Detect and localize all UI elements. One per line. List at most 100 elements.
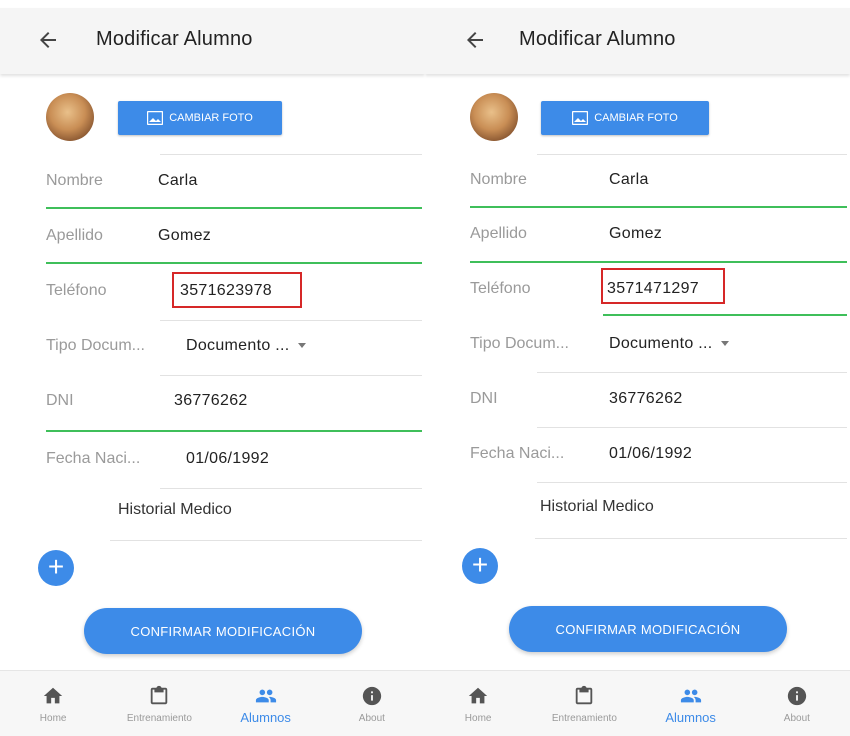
info-icon	[362, 686, 382, 706]
info-icon	[787, 686, 807, 706]
field-nombre: Nombre Carla	[425, 157, 850, 205]
field-label: Nombre	[46, 172, 103, 189]
image-icon	[147, 111, 164, 125]
highlight-box	[601, 268, 725, 304]
field-underline	[46, 430, 422, 432]
app-bar: Modificar Alumno	[425, 8, 850, 74]
field-underline	[160, 375, 422, 376]
people-icon	[680, 689, 701, 703]
nav-item-entrenamiento[interactable]: Entrenamiento	[531, 671, 637, 736]
nav-label: Alumnos	[665, 710, 716, 725]
add-fab-button[interactable]: +	[462, 548, 498, 584]
tipo-documento-value: Documento ...	[186, 337, 290, 354]
bottom-nav: Home Entrenamiento Alumnos About	[425, 670, 850, 736]
field-underline	[470, 261, 847, 263]
nav-item-home[interactable]: Home	[425, 671, 531, 736]
field-underline	[537, 482, 847, 483]
divider	[160, 154, 422, 155]
field-dni: DNI 36776262	[0, 378, 425, 426]
change-photo-label: CAMBIAR FOTO	[169, 112, 253, 124]
nav-label: Entrenamiento	[126, 713, 192, 724]
historial-medico-label: Historial Medico	[118, 501, 232, 518]
dni-input[interactable]: 36776262	[609, 390, 683, 408]
change-photo-label: CAMBIAR FOTO	[594, 112, 678, 124]
divider	[110, 540, 422, 541]
field-nombre: Nombre Carla	[0, 158, 425, 206]
field-underline	[46, 262, 422, 264]
fecha-nacimiento-input[interactable]: 01/06/1992	[186, 450, 269, 468]
add-fab-button[interactable]: +	[38, 550, 74, 586]
avatar	[470, 93, 518, 141]
apellido-input[interactable]: Gomez	[158, 227, 211, 245]
change-photo-button[interactable]: CAMBIAR FOTO	[118, 101, 282, 135]
page-title: Modificar Alumno	[96, 28, 253, 50]
nombre-input[interactable]: Carla	[158, 172, 198, 190]
field-underline	[470, 206, 847, 208]
field-underline	[603, 314, 847, 316]
dropdown-arrow-icon	[297, 343, 306, 349]
historial-medico-label: Historial Medico	[540, 498, 654, 515]
nav-label: Entrenamiento	[551, 713, 617, 724]
nav-label: About	[358, 713, 385, 724]
field-label: Teléfono	[470, 280, 531, 297]
phone-screen-left: Modificar Alumno CAMBIAR FOTO Nombre Car…	[0, 0, 425, 736]
tipo-documento-value: Documento ...	[609, 335, 713, 352]
app-bar: Modificar Alumno	[0, 8, 425, 74]
field-label: Teléfono	[46, 282, 107, 299]
bottom-nav: Home Entrenamiento Alumnos About	[0, 670, 425, 736]
back-arrow-icon[interactable]	[463, 28, 487, 52]
highlight-box	[172, 272, 302, 308]
tipo-documento-select[interactable]: Documento ...	[186, 337, 306, 355]
nav-item-home[interactable]: Home	[0, 671, 106, 736]
clipboard-icon	[151, 685, 168, 705]
field-underline	[160, 320, 422, 321]
avatar	[46, 93, 94, 141]
fecha-nacimiento-input[interactable]: 01/06/1992	[609, 445, 692, 463]
confirm-modification-button[interactable]: CONFIRMAR MODIFICACIÓN	[509, 606, 787, 652]
field-underline	[160, 488, 422, 489]
people-icon	[255, 689, 276, 703]
field-apellido: Apellido Gomez	[0, 213, 425, 261]
field-label: Fecha Naci...	[46, 450, 141, 467]
nav-item-entrenamiento[interactable]: Entrenamiento	[106, 671, 212, 736]
home-icon	[43, 687, 63, 704]
field-tipo-documento: Tipo Docum... Documento ...	[0, 323, 425, 371]
phone-screen-right: Modificar Alumno CAMBIAR FOTO Nombre Car…	[425, 0, 850, 736]
nombre-input[interactable]: Carla	[609, 171, 649, 189]
image-icon	[572, 111, 589, 125]
back-arrow-icon[interactable]	[36, 28, 60, 52]
field-label: Fecha Naci...	[470, 445, 565, 462]
dni-input[interactable]: 36776262	[174, 392, 248, 410]
nav-label: Home	[39, 713, 67, 724]
dropdown-arrow-icon	[720, 341, 729, 347]
field-fecha-nacimiento: Fecha Naci... 01/06/1992	[0, 436, 425, 484]
field-label: DNI	[470, 390, 498, 407]
field-label: Tipo Docum...	[46, 337, 145, 354]
field-label: Apellido	[470, 225, 527, 242]
home-icon	[468, 687, 488, 704]
nav-item-about[interactable]: About	[319, 671, 425, 736]
confirm-modification-button[interactable]: CONFIRMAR MODIFICACIÓN	[84, 608, 362, 654]
divider	[535, 538, 847, 539]
tipo-documento-select[interactable]: Documento ...	[609, 335, 729, 353]
nav-item-alumnos[interactable]: Alumnos	[638, 671, 744, 736]
field-label: Apellido	[46, 227, 103, 244]
field-underline	[537, 372, 847, 373]
clipboard-icon	[576, 685, 593, 705]
divider	[537, 154, 847, 155]
nav-label: About	[783, 713, 810, 724]
page-title: Modificar Alumno	[519, 28, 676, 50]
field-underline	[46, 207, 422, 209]
field-fecha-nacimiento: Fecha Naci... 01/06/1992	[425, 431, 850, 479]
nav-item-alumnos[interactable]: Alumnos	[213, 671, 319, 736]
nav-label: Home	[464, 713, 492, 724]
nav-label: Alumnos	[240, 710, 291, 725]
field-apellido: Apellido Gomez	[425, 211, 850, 259]
field-underline	[537, 427, 847, 428]
nav-item-about[interactable]: About	[744, 671, 850, 736]
field-tipo-documento: Tipo Docum... Documento ...	[425, 321, 850, 369]
field-label: Nombre	[470, 171, 527, 188]
field-label: DNI	[46, 392, 74, 409]
change-photo-button[interactable]: CAMBIAR FOTO	[541, 101, 709, 135]
apellido-input[interactable]: Gomez	[609, 225, 662, 243]
